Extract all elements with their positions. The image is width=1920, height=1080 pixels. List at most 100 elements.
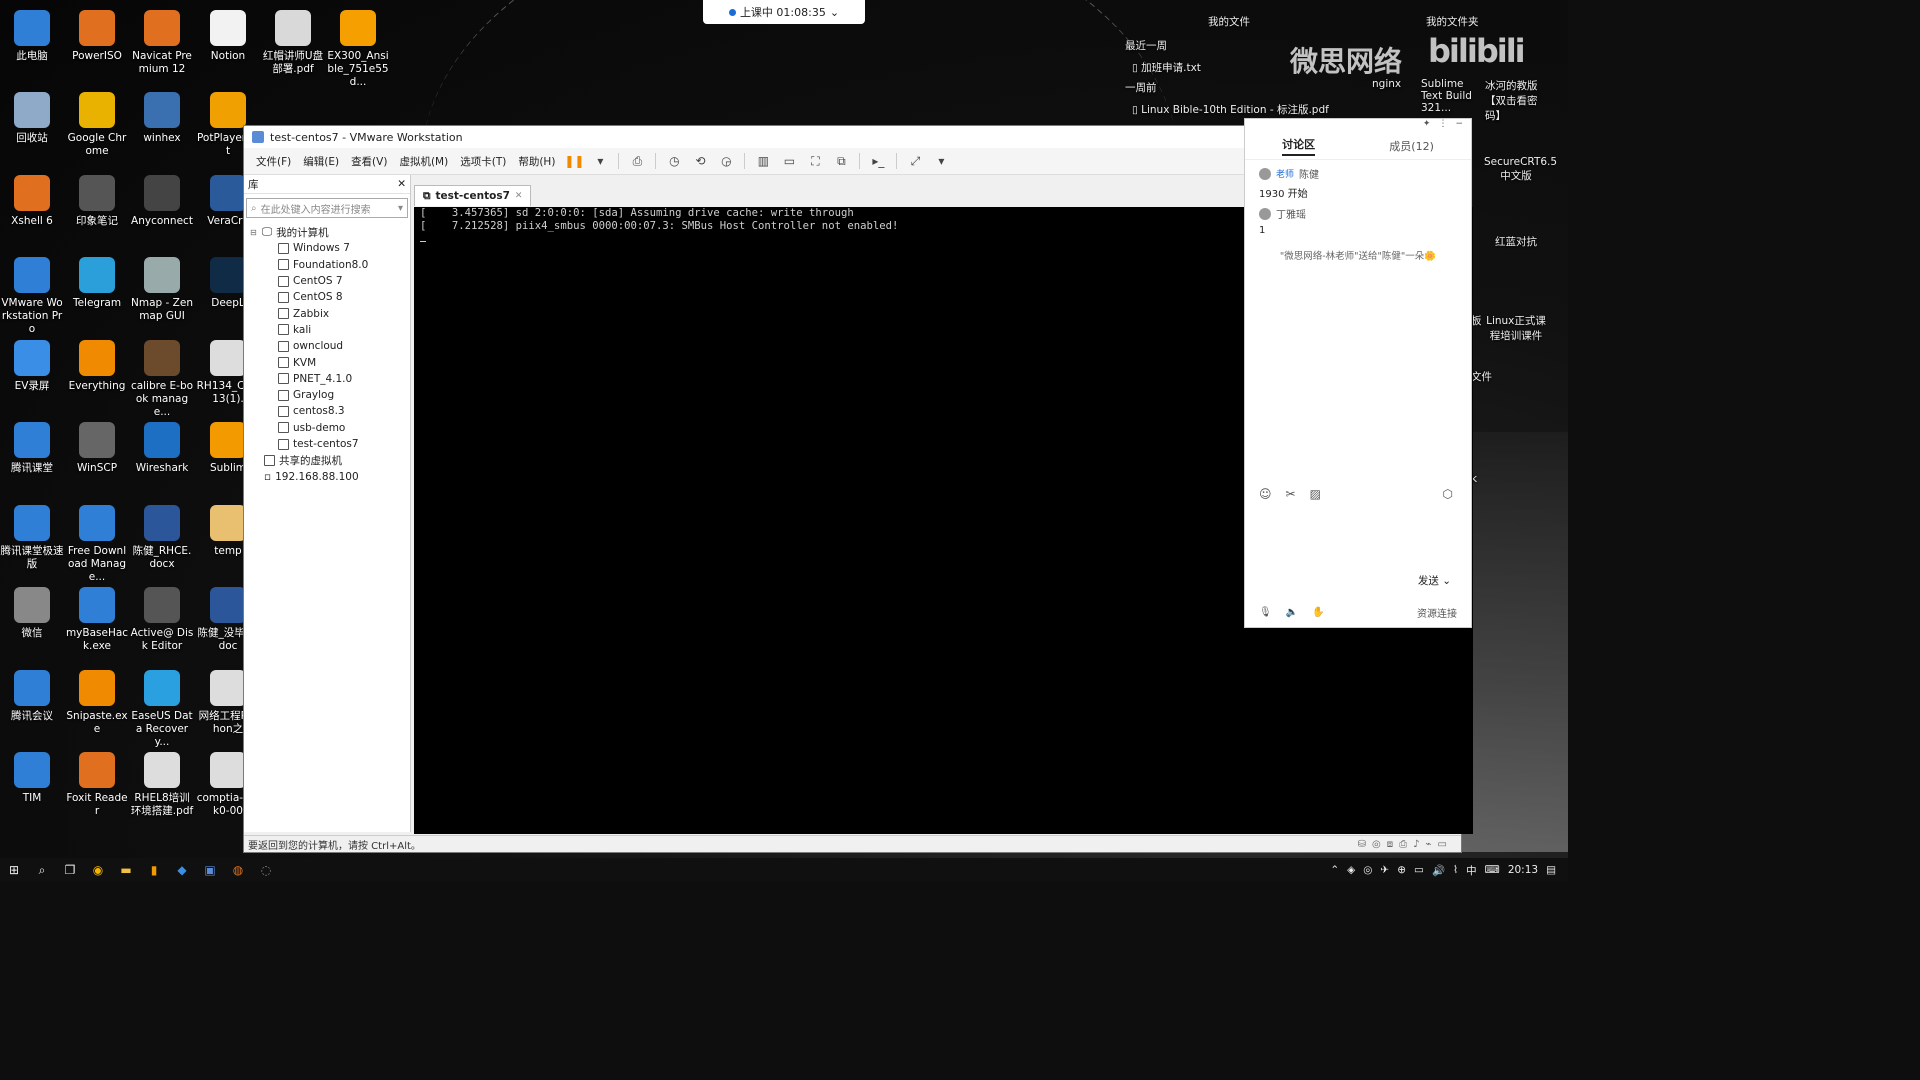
desktop-icon[interactable]: EaseUS Data Recovery...: [130, 670, 194, 749]
menu-vm[interactable]: 虚拟机(M): [393, 154, 454, 169]
snapshot-manager-icon[interactable]: ◶: [716, 152, 736, 170]
hdd-icon[interactable]: ⛁: [1358, 839, 1366, 850]
tree-vm-item[interactable]: KVM: [250, 354, 410, 370]
image-icon[interactable]: ▨: [1310, 487, 1321, 501]
hand-raise-icon[interactable]: ✋: [1312, 607, 1324, 618]
minimize-icon[interactable]: −: [1455, 119, 1463, 133]
more-icon[interactable]: ⋮: [1438, 119, 1447, 133]
desktop-icon[interactable]: 腾讯课堂: [0, 422, 64, 475]
tree-vm-item[interactable]: Zabbix: [250, 305, 410, 321]
wifi-icon[interactable]: ⌇: [1453, 864, 1458, 876]
keyboard-icon[interactable]: ⌨: [1485, 864, 1500, 876]
desktop-icon[interactable]: 微信: [0, 587, 64, 640]
revert-snapshot-icon[interactable]: ⟲: [690, 152, 710, 170]
show-library-icon[interactable]: ▥: [753, 152, 773, 170]
pause-dropdown-icon[interactable]: ▾: [590, 152, 610, 170]
task-view-icon[interactable]: ❐: [56, 858, 84, 882]
red-blue-label[interactable]: 红蓝对抗: [1484, 234, 1548, 249]
tab-members[interactable]: 成员(12): [1389, 138, 1434, 154]
snapshot-icon[interactable]: ◷: [664, 152, 684, 170]
settings-icon[interactable]: ⬡: [1443, 487, 1453, 501]
desktop-icon[interactable]: 红帽讲师U盘部署.pdf: [261, 10, 325, 76]
vmware-taskbar-icon[interactable]: ▣: [196, 858, 224, 882]
desktop-icon[interactable]: VMware Workstation Pro: [0, 257, 64, 336]
tree-remote-host[interactable]: ▫ 192.168.88.100: [250, 468, 410, 484]
tree-vm-item[interactable]: Windows 7: [250, 240, 410, 256]
close-icon[interactable]: ✕: [397, 178, 406, 190]
chevron-down-icon[interactable]: ⌄: [830, 6, 839, 19]
desktop-icon[interactable]: PowerISO: [65, 10, 129, 63]
desktop-icon[interactable]: 此电脑: [0, 10, 64, 63]
full-screen-icon[interactable]: ⛶: [805, 152, 825, 170]
tree-vm-item[interactable]: owncloud: [250, 338, 410, 354]
tray-app-icon[interactable]: ◈: [1347, 864, 1355, 876]
desktop-icon[interactable]: 回收站: [0, 92, 64, 145]
start-icon[interactable]: ⊞: [0, 858, 28, 882]
desktop-icon[interactable]: Notion: [196, 10, 260, 63]
menu-help[interactable]: 帮助(H): [512, 154, 561, 169]
emoji-icon[interactable]: ☺: [1259, 487, 1272, 501]
desktop-icon[interactable]: Nmap - Zenmap GUI: [130, 257, 194, 323]
desktop-icon[interactable]: EX300_Ansible_751e55d...: [326, 10, 390, 89]
collapse-icon[interactable]: ⊟: [250, 228, 258, 237]
old-file-item[interactable]: ▯ Linux Bible-10th Edition - 标注版.pdf: [1132, 102, 1329, 117]
usb-icon[interactable]: ⌁: [1426, 839, 1432, 850]
sublime-build-label[interactable]: Sublime Text Build 321...: [1421, 78, 1481, 114]
tree-vm-item[interactable]: Graylog: [250, 387, 410, 403]
unity-icon[interactable]: ⧉: [831, 152, 851, 170]
tree-my-computer[interactable]: ⊟ 🖵 我的计算机: [250, 224, 410, 240]
desktop-icon[interactable]: RHEL8培训环境搭建.pdf: [130, 752, 194, 818]
send-ctrl-alt-del-icon[interactable]: ⎙: [627, 152, 647, 170]
xshell-taskbar-icon[interactable]: ◍: [224, 858, 252, 882]
desktop-icon[interactable]: winhex: [130, 92, 194, 145]
menu-tabs[interactable]: 选项卡(T): [454, 154, 512, 169]
desktop-icon[interactable]: WinSCP: [65, 422, 129, 475]
tree-vm-item[interactable]: usb-demo: [250, 420, 410, 436]
desktop-icon[interactable]: 印象笔记: [65, 175, 129, 228]
clock[interactable]: 20:13: [1508, 864, 1538, 876]
desktop-icon[interactable]: Xshell 6: [0, 175, 64, 228]
tree-vm-item[interactable]: centos8.3: [250, 403, 410, 419]
sound-icon[interactable]: ♪: [1413, 839, 1419, 850]
desktop-icon[interactable]: Active@ Disk Editor: [130, 587, 194, 653]
recent-file-item[interactable]: ▯ 加班申请.txt: [1132, 60, 1201, 75]
library-search-input[interactable]: ⌕ 在此处键入内容进行搜索 ▾: [246, 198, 408, 218]
scissors-icon[interactable]: ✂: [1286, 487, 1296, 501]
tree-vm-item[interactable]: CentOS 7: [250, 273, 410, 289]
stretch-guest-icon[interactable]: ⤢: [905, 152, 925, 170]
securecrt-label[interactable]: SecureCRT6.5中文版: [1484, 156, 1557, 183]
pause-icon[interactable]: ❚❚: [564, 152, 584, 170]
close-tab-icon[interactable]: ✕: [515, 191, 523, 201]
tencent-class-taskbar-icon[interactable]: ◆: [168, 858, 196, 882]
desktop-icon[interactable]: Anyconnect: [130, 175, 194, 228]
desktop-icon[interactable]: calibre E-book manage...: [130, 340, 194, 419]
class-timer-chip[interactable]: 上课中 01:08:35 ⌄: [703, 0, 865, 24]
desktop-icon[interactable]: myBaseHack.exe: [65, 587, 129, 653]
desktop-icon[interactable]: 陈健_RHCE.docx: [130, 505, 194, 571]
misc-taskbar-icon[interactable]: ◌: [252, 858, 280, 882]
stretch-dropdown-icon[interactable]: ▾: [931, 152, 951, 170]
tray-app-icon[interactable]: ⊕: [1397, 864, 1406, 876]
explorer-taskbar-icon[interactable]: ▬: [112, 858, 140, 882]
tree-vm-item[interactable]: PNET_4.1.0: [250, 371, 410, 387]
pin-icon[interactable]: ✦: [1423, 119, 1431, 133]
my-files-label[interactable]: 我的文件: [1208, 14, 1250, 29]
network-icon[interactable]: ⧈: [1387, 839, 1393, 850]
tree-vm-item[interactable]: CentOS 8: [250, 289, 410, 305]
tree-shared-vms[interactable]: 共享的虚拟机: [250, 452, 410, 468]
menu-edit[interactable]: 编辑(E): [297, 154, 345, 169]
thumbnail-bar-icon[interactable]: ▭: [779, 152, 799, 170]
desktop-icon[interactable]: Snipaste.exe: [65, 670, 129, 736]
tray-app-icon[interactable]: ◎: [1363, 864, 1372, 876]
desktop-icon[interactable]: EV录屏: [0, 340, 64, 393]
avatar[interactable]: [1259, 207, 1271, 220]
cdrom-icon[interactable]: ◎: [1372, 839, 1381, 850]
sublime-taskbar-icon[interactable]: ▮: [140, 858, 168, 882]
tree-vm-item[interactable]: kali: [250, 322, 410, 338]
desktop-icon[interactable]: 腾讯课堂极速版: [0, 505, 64, 571]
speaker-icon[interactable]: 🔈: [1286, 607, 1298, 618]
desktop-icon[interactable]: Everything: [65, 340, 129, 393]
menu-file[interactable]: 文件(F): [250, 154, 297, 169]
chevron-down-icon[interactable]: ▾: [398, 203, 403, 214]
chevron-up-icon[interactable]: ⌃: [1330, 864, 1339, 876]
